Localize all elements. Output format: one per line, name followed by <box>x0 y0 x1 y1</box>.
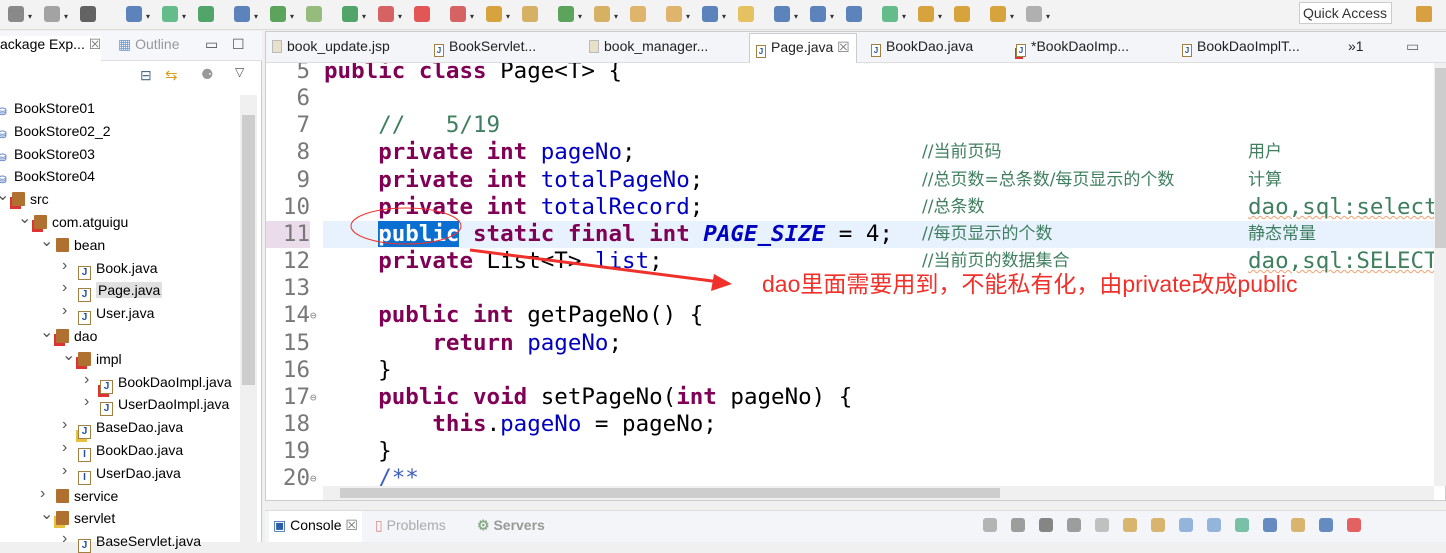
tab-label: Servers <box>493 517 545 533</box>
console-tool-icon[interactable] <box>1123 518 1137 532</box>
servers-icon: ⚙ <box>477 517 490 533</box>
tab-problems[interactable]: ▯ Problems <box>375 517 446 534</box>
console-tool-icon[interactable] <box>1235 518 1249 532</box>
problems-icon: ▯ <box>375 517 383 533</box>
tab-console[interactable]: ▣ Console ☒ <box>269 511 362 542</box>
annotation-circle <box>350 207 462 245</box>
console-tool-icon[interactable] <box>1319 518 1333 532</box>
console-tool-icon[interactable] <box>1039 518 1053 532</box>
console-tool-icon[interactable] <box>983 518 997 532</box>
console-tool-icon[interactable] <box>1179 518 1193 532</box>
console-tool-icon[interactable] <box>1347 518 1361 532</box>
console-icon: ▣ <box>273 517 287 533</box>
console-tool-icon[interactable] <box>1151 518 1165 532</box>
console-tool-icon[interactable] <box>1263 518 1277 532</box>
tab-servers[interactable]: ⚙ Servers <box>477 517 545 534</box>
annotation-arrow-line <box>469 248 721 284</box>
close-icon[interactable]: ☒ <box>345 517 358 533</box>
tab-label: Problems <box>386 517 446 533</box>
tab-label: Console <box>290 517 342 533</box>
console-tool-icon[interactable] <box>1291 518 1305 532</box>
console-tool-icon[interactable] <box>1095 518 1109 532</box>
console-tool-icon[interactable] <box>1011 518 1025 532</box>
annotation-note: dao里面需要用到，不能私有化，由private改成public <box>762 271 1298 297</box>
bottom-panel: ▣ Console ☒ ▯ Problems ⚙ Servers <box>265 510 1446 542</box>
console-tool-icon[interactable] <box>1067 518 1081 532</box>
annotation-arrow-head <box>711 274 732 291</box>
console-tool-icon[interactable] <box>1207 518 1221 532</box>
